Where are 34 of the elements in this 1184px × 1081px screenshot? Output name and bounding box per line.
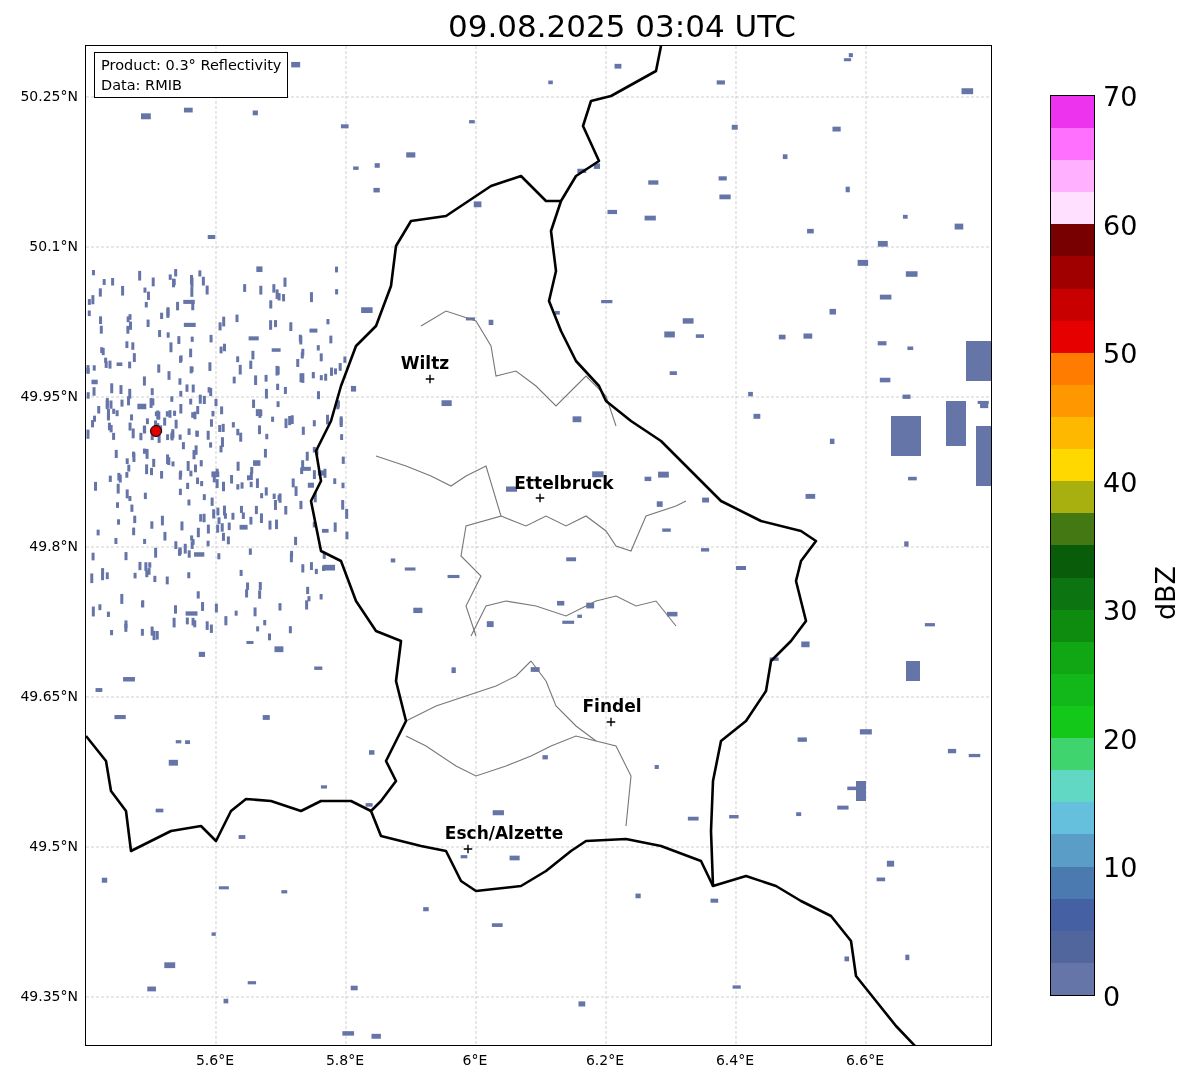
longitude-label: 6.4°E — [715, 1052, 755, 1068]
colorbar-tick-label: 70 — [1103, 82, 1138, 110]
legend-text: Data: RMIB — [101, 76, 183, 95]
city-label: Esch/Alzette — [444, 823, 564, 843]
colorbar-tick-label: 50 — [1103, 339, 1138, 367]
longitude-label: 5.8°E — [325, 1052, 365, 1068]
latitude-label: 49.35°N — [20, 988, 78, 1004]
colorbar-tick-label: 20 — [1103, 725, 1138, 753]
latitude-label: 49.95°N — [20, 388, 78, 404]
city-marker-icon — [606, 717, 616, 727]
colorbar-label: dBZ — [1149, 565, 1181, 621]
city-marker-icon — [425, 374, 435, 384]
colorbar-tick-label: 10 — [1103, 853, 1138, 881]
city-label: Ettelbruck — [514, 473, 614, 493]
colorbar-tick-label: 40 — [1103, 468, 1138, 496]
city-marker-icon — [463, 844, 473, 854]
longitude-label: 6.2°E — [585, 1052, 625, 1068]
longitude-label: 5.6°E — [195, 1052, 235, 1068]
city-label: Wiltz — [400, 353, 450, 373]
longitude-label: 6.6°E — [845, 1052, 885, 1068]
latitude-label: 50.1°N — [29, 238, 78, 254]
colorbar-tick-label: 60 — [1103, 211, 1138, 239]
colorbar-tick-label: 0 — [1103, 982, 1121, 1010]
latitude-label: 49.8°N — [29, 538, 78, 554]
latitude-label: 49.65°N — [20, 688, 78, 704]
longitude-label: 6°E — [462, 1052, 488, 1068]
chart-title: 09.08.2025 03:04 UTC — [448, 7, 796, 45]
latitude-label: 49.5°N — [29, 838, 78, 854]
latitude-label: 50.25°N — [20, 88, 78, 104]
city-marker-icon — [535, 493, 545, 503]
colorbar-tick-label: 30 — [1103, 596, 1138, 624]
city-label: Findel — [582, 696, 642, 716]
legend-text: Product: 0.3° Reflectivity — [101, 56, 282, 75]
radar-site-icon — [150, 425, 162, 437]
